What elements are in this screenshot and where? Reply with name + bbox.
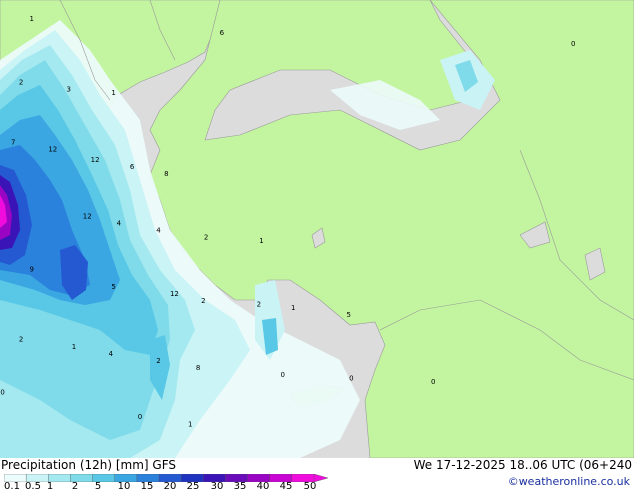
legend-label: 35 [233,481,247,492]
precip-value-label: 5 [111,283,115,291]
legend-label: 50 [303,481,317,492]
precip-value-label: 1 [291,304,295,312]
precip-value-label: 2 [204,234,208,242]
precip-value-label: 12 [83,212,92,220]
precip-value-label: 5 [346,311,350,319]
precip-value-label: 2 [257,301,261,309]
precip-value-label: 6 [130,163,135,171]
legend-label: 30 [210,481,224,492]
precip-value-label: 7 [11,138,15,146]
map-title: Precipitation (12h) [mm] GFS [1,458,177,472]
precip-value-label: 1 [29,15,33,23]
precip-value-label: 2 [156,357,160,365]
legend-label: 45 [279,481,293,492]
precip-value-label: 3 [66,86,70,94]
valid-datetime: We 17-12-2025 18..06 UTC (06+240 [413,458,632,472]
precip-value-label: 0 [0,389,4,397]
precip-value-label: 8 [196,364,200,372]
precip-value-label: 0 [280,371,284,379]
precip-value-label: 12 [170,290,179,298]
precip-value-label: 2 [19,336,23,344]
legend-label: 0.5 [25,481,41,492]
precip-value-label: 2 [19,79,23,87]
precip-value-label: 4 [156,227,161,235]
precip-value-label: 1 [72,343,76,351]
precip-value-label: 12 [48,146,57,154]
precip-value-label: 0 [431,378,435,386]
precip-value-label: 0 [571,40,575,48]
precip-value-label: 9 [29,265,33,273]
precip-value-label: 1 [188,420,192,428]
legend-label: 1 [46,481,54,492]
credit-text: ©weatheronline.co.uk [507,475,630,488]
precipitation-map: 1 6 2 3 1 7 12 12 6 8 12 4 4 2 1 9 5 12 2 2 1 5 2 1 4 2 8 0 0 0 0 0 1 0 [0,0,634,458]
legend-label: 2 [71,481,79,492]
precip-value-label: 4 [117,220,122,228]
precip-value-label: 0 [138,413,142,421]
precip-value-label: 12 [91,156,100,164]
legend-label: 40 [256,481,270,492]
precip-value-label: 6 [220,29,225,37]
precip-value-label: 8 [164,170,168,178]
legend-label: 25 [186,481,200,492]
precip-value-label: 2 [201,297,205,305]
precip-value-label: 1 [111,89,115,97]
precip-value-label: 0 [349,375,353,383]
legend-label: 10 [117,481,131,492]
legend-label: 15 [140,481,154,492]
precip-value-label: 4 [109,350,114,358]
legend-label: 0.1 [4,481,20,492]
legend-label: 20 [163,481,177,492]
legend-label: 5 [94,481,102,492]
precip-value-label: 1 [259,237,263,245]
map-footer: Precipitation (12h) [mm] GFS We 17-12-20… [0,458,634,492]
